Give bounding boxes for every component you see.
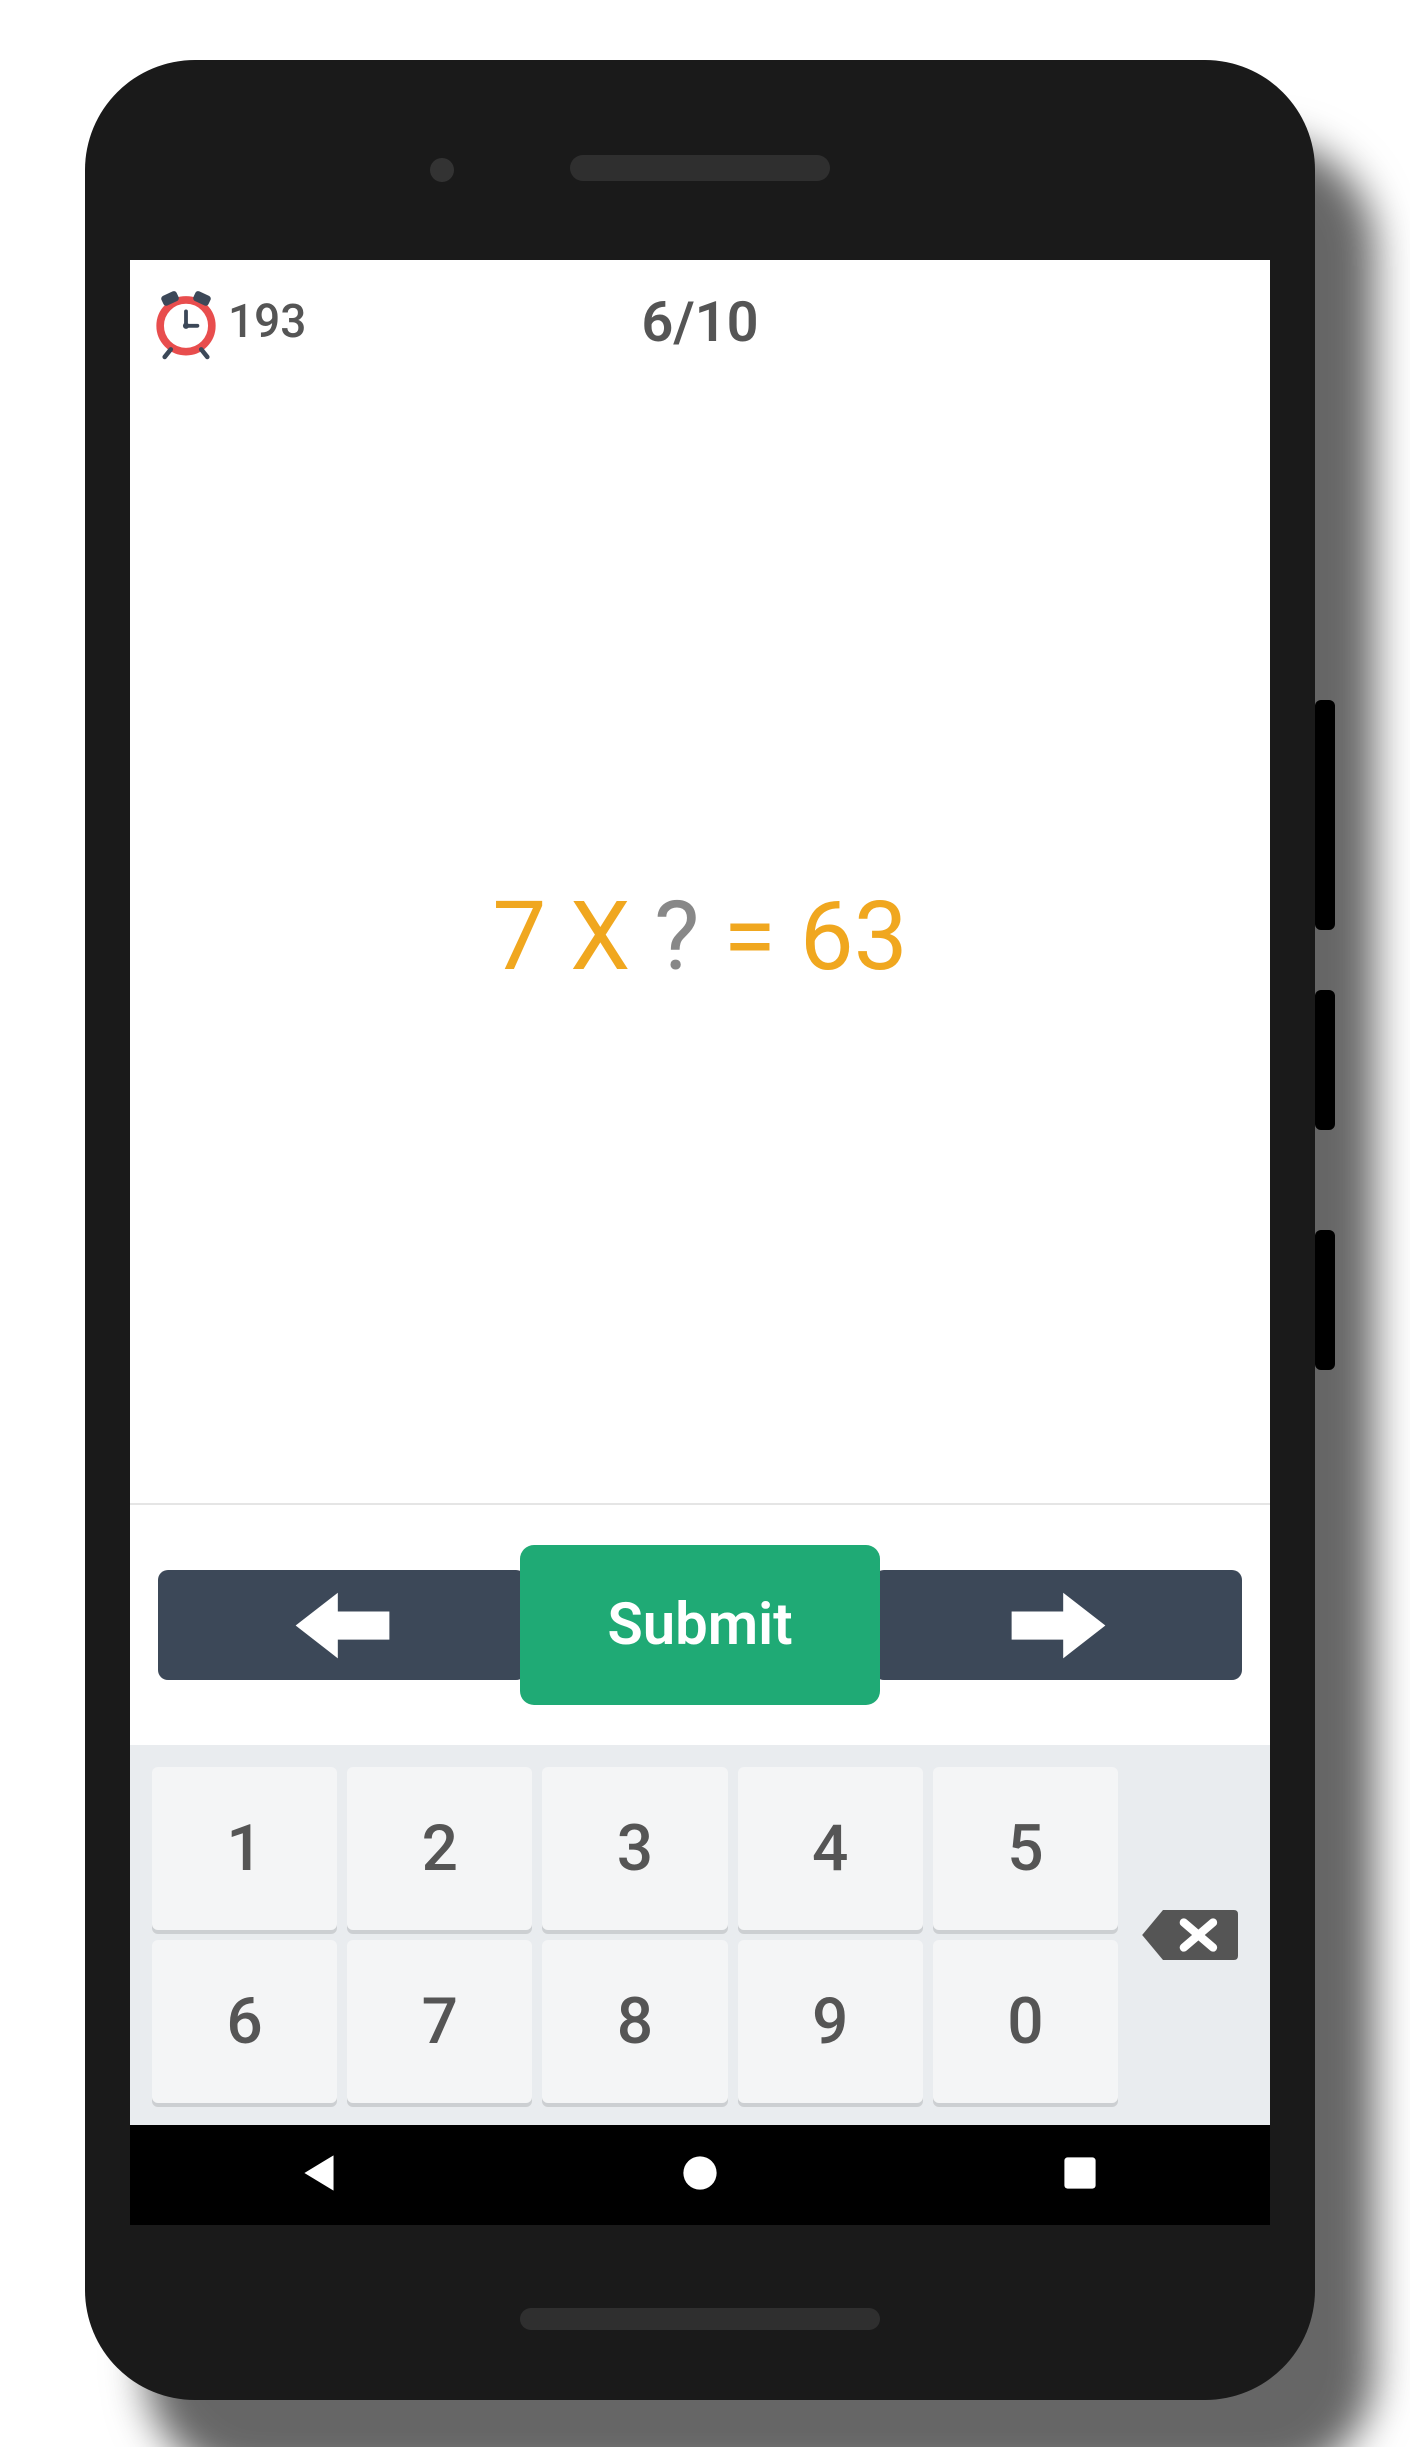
- key-8[interactable]: 8: [542, 1940, 727, 2103]
- android-home-button[interactable]: [674, 2147, 726, 2203]
- equation-right: = 63: [699, 881, 907, 993]
- keypad-grid: 1 2 3 4 5 6 7 8 9 0: [152, 1767, 1118, 2103]
- timer: 193: [148, 284, 306, 360]
- key-5[interactable]: 5: [933, 1767, 1118, 1930]
- arrow-right-icon: [1011, 1588, 1106, 1663]
- key-6[interactable]: 6: [152, 1940, 337, 2103]
- backspace-column: [1128, 1767, 1248, 2103]
- equation-left: 7 X: [492, 881, 654, 993]
- controls-row: Submit: [130, 1505, 1270, 1745]
- key-9[interactable]: 9: [738, 1940, 923, 2103]
- key-2[interactable]: 2: [347, 1767, 532, 1930]
- android-navbar: [130, 2125, 1270, 2225]
- square-recents-icon: [1054, 2147, 1106, 2199]
- phone-speaker-bottom: [520, 2308, 880, 2330]
- keypad: 1 2 3 4 5 6 7 8 9 0: [130, 1745, 1270, 2125]
- phone-side-button: [1315, 1230, 1335, 1370]
- key-0[interactable]: 0: [933, 1940, 1118, 2103]
- equation: 7 X ? = 63: [492, 881, 907, 993]
- app-screen: 193 6/10 7 X ? = 63 Submit: [130, 260, 1270, 2225]
- android-back-button[interactable]: [294, 2147, 346, 2203]
- question-area: 7 X ? = 63: [130, 370, 1270, 1505]
- alarm-clock-icon: [148, 284, 224, 360]
- key-1[interactable]: 1: [152, 1767, 337, 1930]
- previous-button[interactable]: [158, 1570, 526, 1680]
- android-recents-button[interactable]: [1054, 2147, 1106, 2203]
- next-button[interactable]: [874, 1570, 1242, 1680]
- backspace-icon: [1138, 1900, 1238, 1970]
- backspace-button[interactable]: [1133, 1895, 1243, 1975]
- header-bar: 193 6/10: [130, 260, 1270, 370]
- phone-speaker: [570, 155, 830, 181]
- phone-side-button: [1315, 990, 1335, 1130]
- equation-unknown: ?: [654, 881, 699, 993]
- arrow-left-icon: [295, 1588, 390, 1663]
- submit-label: Submit: [607, 1591, 792, 1659]
- key-7[interactable]: 7: [347, 1940, 532, 2103]
- timer-value: 193: [228, 295, 306, 349]
- key-3[interactable]: 3: [542, 1767, 727, 1930]
- phone-frame: 193 6/10 7 X ? = 63 Submit: [85, 60, 1315, 2400]
- key-4[interactable]: 4: [738, 1767, 923, 1930]
- phone-camera: [430, 158, 454, 182]
- circle-home-icon: [674, 2147, 726, 2199]
- triangle-back-icon: [294, 2147, 346, 2199]
- question-progress: 6/10: [641, 289, 758, 355]
- submit-button[interactable]: Submit: [520, 1545, 880, 1705]
- phone-side-button: [1315, 700, 1335, 930]
